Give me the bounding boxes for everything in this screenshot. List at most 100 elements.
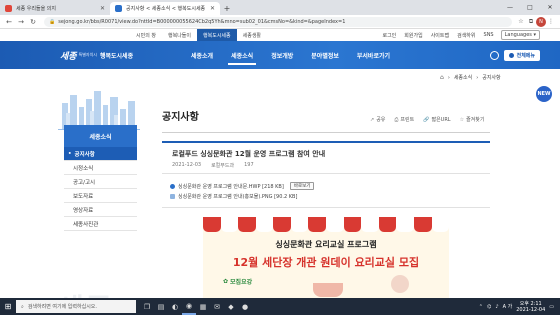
sidebar-item-city-news[interactable]: 시정소식 [64, 161, 137, 175]
breadcrumb-item[interactable]: 공지사항 [482, 74, 500, 81]
star-icon: ☆ [459, 116, 465, 123]
pot-illustration [313, 283, 343, 297]
star-icon[interactable]: ☆ [516, 17, 526, 27]
browser-tab-1[interactable]: 세종 우리들을 의지 ✕ [0, 2, 110, 15]
content-toolbar: ↗ 공유 ⎙ 프린트 🔗 짧은URL ☆ 즐겨찾기 [370, 116, 485, 124]
sidebar-item-label: 공지사항 [74, 151, 95, 158]
explorer-icon[interactable]: ▤ [154, 298, 168, 315]
clock-illustration [391, 275, 409, 293]
sidebar-item-videos[interactable]: 영상자료 [64, 203, 137, 217]
close-icon[interactable]: ✕ [210, 5, 215, 12]
search-icon: ⌕ [21, 303, 24, 310]
reload-icon[interactable]: ↻ [28, 17, 38, 27]
post-meta: 2021-12-03 로컬푸드과 197 [172, 162, 254, 169]
nav-item-field-info[interactable]: 분야별정보 [302, 41, 348, 69]
notification-icon[interactable]: ▭ [549, 304, 554, 310]
sidebar-item-photos[interactable]: 세종사진관 [64, 217, 137, 231]
breadcrumb-item[interactable]: 세종소식 [454, 74, 472, 81]
util-link-happy-city[interactable]: 행복도시세종 [197, 29, 237, 41]
sitemap-link[interactable]: 사이트맵 [427, 32, 453, 39]
back-icon[interactable]: ← [4, 17, 14, 27]
search-icon[interactable] [489, 50, 499, 60]
divider [162, 141, 490, 143]
extensions-icon[interactable]: ⧉ [526, 17, 536, 27]
print-label: 프린트 [400, 117, 415, 123]
profile-avatar[interactable]: N [536, 16, 546, 27]
language-select[interactable]: Languages ▾ [500, 30, 540, 40]
poster-subtitle: 싱싱문화관 요리교실 프로그램 [275, 240, 377, 249]
sidebar-item-announcements[interactable]: 공고/고시 [64, 175, 137, 189]
task-view-icon[interactable]: ❐ [140, 298, 154, 315]
post-title: 로컬푸드 싱싱문화관 12월 운영 프로그램 참여 안내 [172, 150, 326, 158]
sidebar-item-notice[interactable]: • 공지사항 [64, 147, 137, 161]
sns-link[interactable]: SNS [480, 32, 498, 38]
ime-indicator[interactable]: A 가 [503, 303, 513, 310]
main-nav: 세종 특별자치시 행복도시세종 세종소개 세종소식 정보개방 분야별정보 부서바… [0, 41, 560, 69]
share-label: 공유 [376, 117, 386, 123]
favorite-button[interactable]: ☆ 즐겨찾기 [459, 116, 485, 124]
attachment-item: 싱싱문화관 운영 프로그램 안내(홍보물).PNG [90.2 KB] [170, 191, 314, 201]
login-link[interactable]: 로그인 [378, 32, 400, 39]
close-icon[interactable]: ✕ [100, 5, 105, 12]
tab-favicon-icon [115, 5, 122, 12]
leaf-icon: ✿ [223, 278, 229, 285]
print-button[interactable]: ⎙ 프린트 [394, 116, 415, 124]
util-link-citizen[interactable]: 시민의 창 [130, 29, 162, 41]
favorite-label: 즐겨찾기 [466, 117, 485, 123]
windows-start-icon[interactable]: ⊞ [0, 298, 16, 315]
utility-nav: 시민의 창 행복나들이 행복도시세종 세종생활 로그인 회원가입 사이트맵 검색… [0, 29, 560, 41]
app-icon[interactable]: ◆ [224, 298, 238, 315]
hwp-file-icon [170, 183, 175, 189]
share-button[interactable]: ↗ 공유 [370, 116, 386, 124]
browser-tab-2[interactable]: 공지사항 < 세종소식 < 행복도시세종 ✕ [110, 2, 220, 15]
sidebar: 세종소식 • 공지사항 시정소식 공고/고시 보도자료 영상자료 세종사진관 [64, 125, 137, 231]
share-icon: ↗ [370, 116, 375, 123]
floating-badge[interactable]: NEW [536, 86, 552, 102]
attachment-link[interactable]: 싱싱문화관 운영 프로그램 안내(홍보물).PNG [90.2 KB] [178, 193, 297, 200]
site-logo[interactable]: 세종 특별자치시 행복도시세종 [60, 49, 150, 62]
tab-favicon-icon [5, 5, 12, 12]
post-date: 2021-12-03 [172, 162, 202, 168]
util-link-outing[interactable]: 행복나들이 [162, 29, 197, 41]
util-link-life[interactable]: 세종생활 [237, 29, 267, 41]
edge-icon[interactable]: ◐ [168, 298, 182, 315]
search-sub-link[interactable]: 검색하위 [453, 32, 479, 39]
divider [162, 207, 490, 208]
short-url-button[interactable]: 🔗 짧은URL [423, 116, 451, 124]
close-window-button[interactable]: ✕ [540, 0, 560, 15]
chevron-up-icon[interactable]: ⌃ [479, 304, 483, 310]
signup-link[interactable]: 회원가입 [400, 32, 426, 39]
sidebar-item-press[interactable]: 보도자료 [64, 189, 137, 203]
mail-icon[interactable]: ✉ [210, 298, 224, 315]
url-input[interactable]: 🔒 sejong.go.kr/bbs/R0071/view.do?nttId=B… [44, 16, 512, 27]
lock-icon: 🔒 [49, 18, 56, 25]
forward-icon[interactable]: → [16, 17, 26, 27]
all-menu-button[interactable]: 전체메뉴 [503, 49, 540, 61]
system-clock[interactable]: 오후 2:11 2021-12-04 [516, 301, 545, 313]
chevron-right-icon: › [476, 74, 479, 81]
attachment-link[interactable]: 싱싱문화관 운영 프로그램 안내문.HWP [218 KB] [178, 183, 284, 190]
maximize-button[interactable]: □ [520, 0, 540, 15]
logo-sub: 특별자치시 [78, 52, 97, 57]
new-tab-button[interactable]: + [220, 2, 234, 15]
nav-item-intro[interactable]: 세종소개 [182, 41, 222, 69]
tab-title: 공지사항 < 세종소식 < 행복도시세종 [126, 6, 206, 12]
store-icon[interactable]: ▦ [196, 298, 210, 315]
minimize-button[interactable]: — [500, 0, 520, 15]
bullet-icon: • [68, 150, 72, 157]
nav-item-news[interactable]: 세종소식 [222, 41, 262, 69]
chrome-icon[interactable]: ◉ [182, 298, 196, 315]
taskbar-search-placeholder: 검색하려면 여기에 입력하십시오. [27, 304, 97, 310]
app-icon[interactable]: ● [238, 298, 252, 315]
recruit-label: 모집요강 [230, 279, 253, 286]
taskbar-search-input[interactable]: ⌕ 검색하려면 여기에 입력하십시오. [16, 300, 136, 313]
menu-kebab-icon[interactable]: ⋮ [546, 17, 556, 27]
home-icon[interactable]: ⌂ [440, 74, 444, 81]
nav-item-open-info[interactable]: 정보개방 [262, 41, 302, 69]
nav-item-departments[interactable]: 부서바로가기 [348, 41, 399, 69]
short-url-label: 짧은URL [431, 117, 451, 123]
poster-recruit: ✿ 모집요강 [223, 277, 252, 286]
preview-button[interactable]: 바로보기 [289, 182, 315, 190]
network-icon[interactable]: ⌬ [487, 304, 491, 310]
volume-icon[interactable]: ♪ [495, 304, 498, 310]
